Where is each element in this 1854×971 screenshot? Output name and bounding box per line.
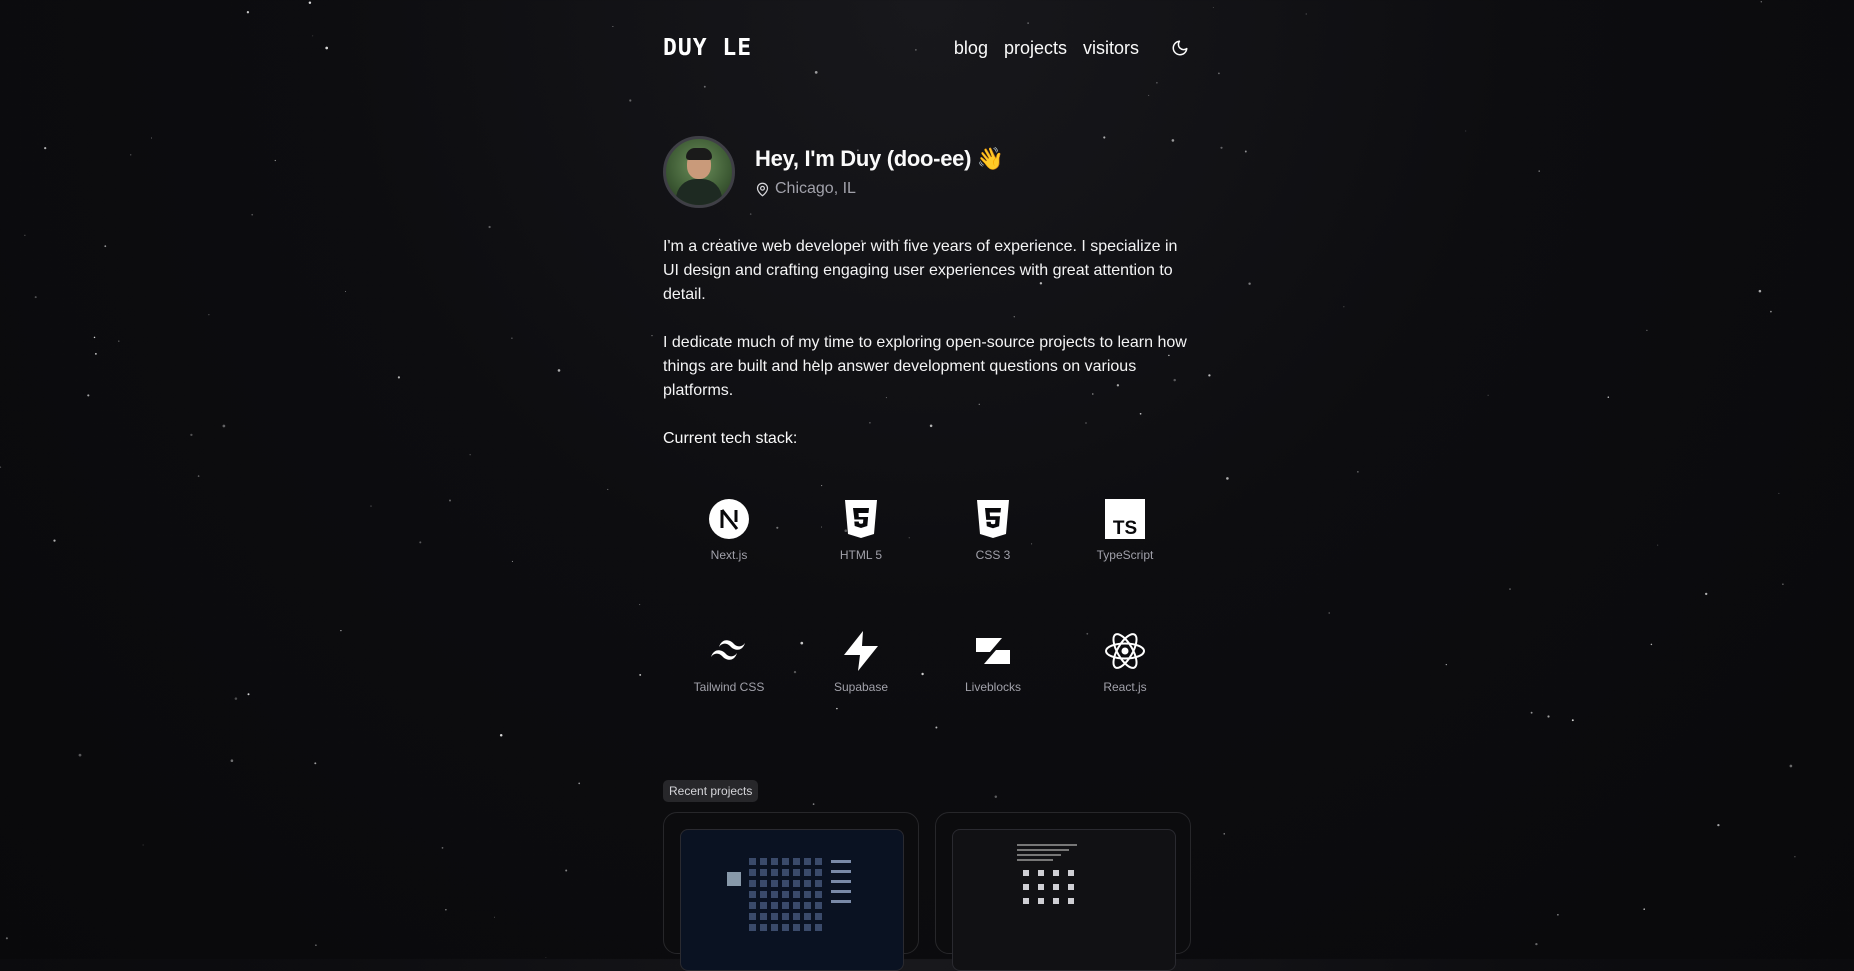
tech-label: HTML 5 <box>839 548 883 562</box>
tech-item-nextjs: Next.js <box>663 479 795 581</box>
theme-toggle-button[interactable] <box>1169 37 1191 59</box>
nav-blog-link[interactable]: blog <box>954 38 988 59</box>
typescript-icon: TS <box>1105 499 1145 539</box>
bio-section: I'm a creative web developer with five y… <box>663 235 1191 451</box>
liveblocks-icon <box>976 638 1010 664</box>
recent-projects-badge: Recent projects <box>663 780 759 802</box>
tech-item-css3: CSS 3 <box>927 479 1059 581</box>
tech-item-html5: HTML 5 <box>795 479 927 581</box>
bio-paragraph-2: I dedicate much of my time to exploring … <box>663 334 1187 399</box>
project-thumbnail <box>952 829 1176 971</box>
site-header: DUY LE blog projects visitors <box>663 0 1191 96</box>
tech-item-typescript: TS TypeScript <box>1059 479 1191 581</box>
tech-label: TypeScript <box>1096 548 1154 562</box>
page-container: DUY LE blog projects visitors Hey, I'm D… <box>663 0 1191 971</box>
css3-icon <box>977 500 1009 538</box>
project-card[interactable] <box>935 812 1191 971</box>
tech-label: CSS 3 <box>975 548 1011 562</box>
recent-projects-section: Recent projects <box>663 780 1191 971</box>
project-card[interactable] <box>663 812 919 971</box>
main-nav: blog projects visitors <box>954 37 1191 59</box>
map-pin-icon <box>756 182 769 196</box>
location-text: Chicago, IL <box>775 180 856 197</box>
tech-label: React.js <box>1103 680 1147 694</box>
supabase-icon <box>844 631 878 671</box>
nav-visitors-link[interactable]: visitors <box>1083 38 1139 59</box>
tailwind-icon <box>711 640 745 660</box>
react-icon <box>1105 633 1145 669</box>
tech-label: Liveblocks <box>964 680 1022 694</box>
moon-icon <box>1172 40 1188 56</box>
avatar <box>663 136 735 208</box>
site-logo[interactable]: DUY LE <box>663 35 752 61</box>
tech-stack-label: Current tech stack: <box>663 430 798 447</box>
tech-label: Tailwind CSS <box>693 680 765 694</box>
bio-paragraph-1: I'm a creative web developer with five y… <box>663 238 1178 303</box>
nav-projects-link[interactable]: projects <box>1004 38 1067 59</box>
tech-label: Supabase <box>833 680 889 694</box>
tech-item-tailwind: Tailwind CSS <box>663 611 795 713</box>
greeting-heading: Hey, I'm Duy (doo-ee) 👋 <box>755 146 1005 171</box>
tech-label: Next.js <box>710 548 748 562</box>
nextjs-icon <box>709 499 749 539</box>
html5-icon <box>845 500 877 538</box>
tech-item-liveblocks: Liveblocks <box>927 611 1059 713</box>
intro-section: Hey, I'm Duy (doo-ee) 👋 Chicago, IL <box>663 136 1191 208</box>
tech-item-supabase: Supabase <box>795 611 927 713</box>
project-thumbnail <box>680 829 904 971</box>
tech-item-react: React.js <box>1059 611 1191 713</box>
location: Chicago, IL <box>755 180 1004 198</box>
tech-stack-grid: Next.js HTML 5 CSS 3 TS TypeScript Tailw… <box>663 479 1191 713</box>
svg-text:TS: TS <box>1113 518 1137 539</box>
